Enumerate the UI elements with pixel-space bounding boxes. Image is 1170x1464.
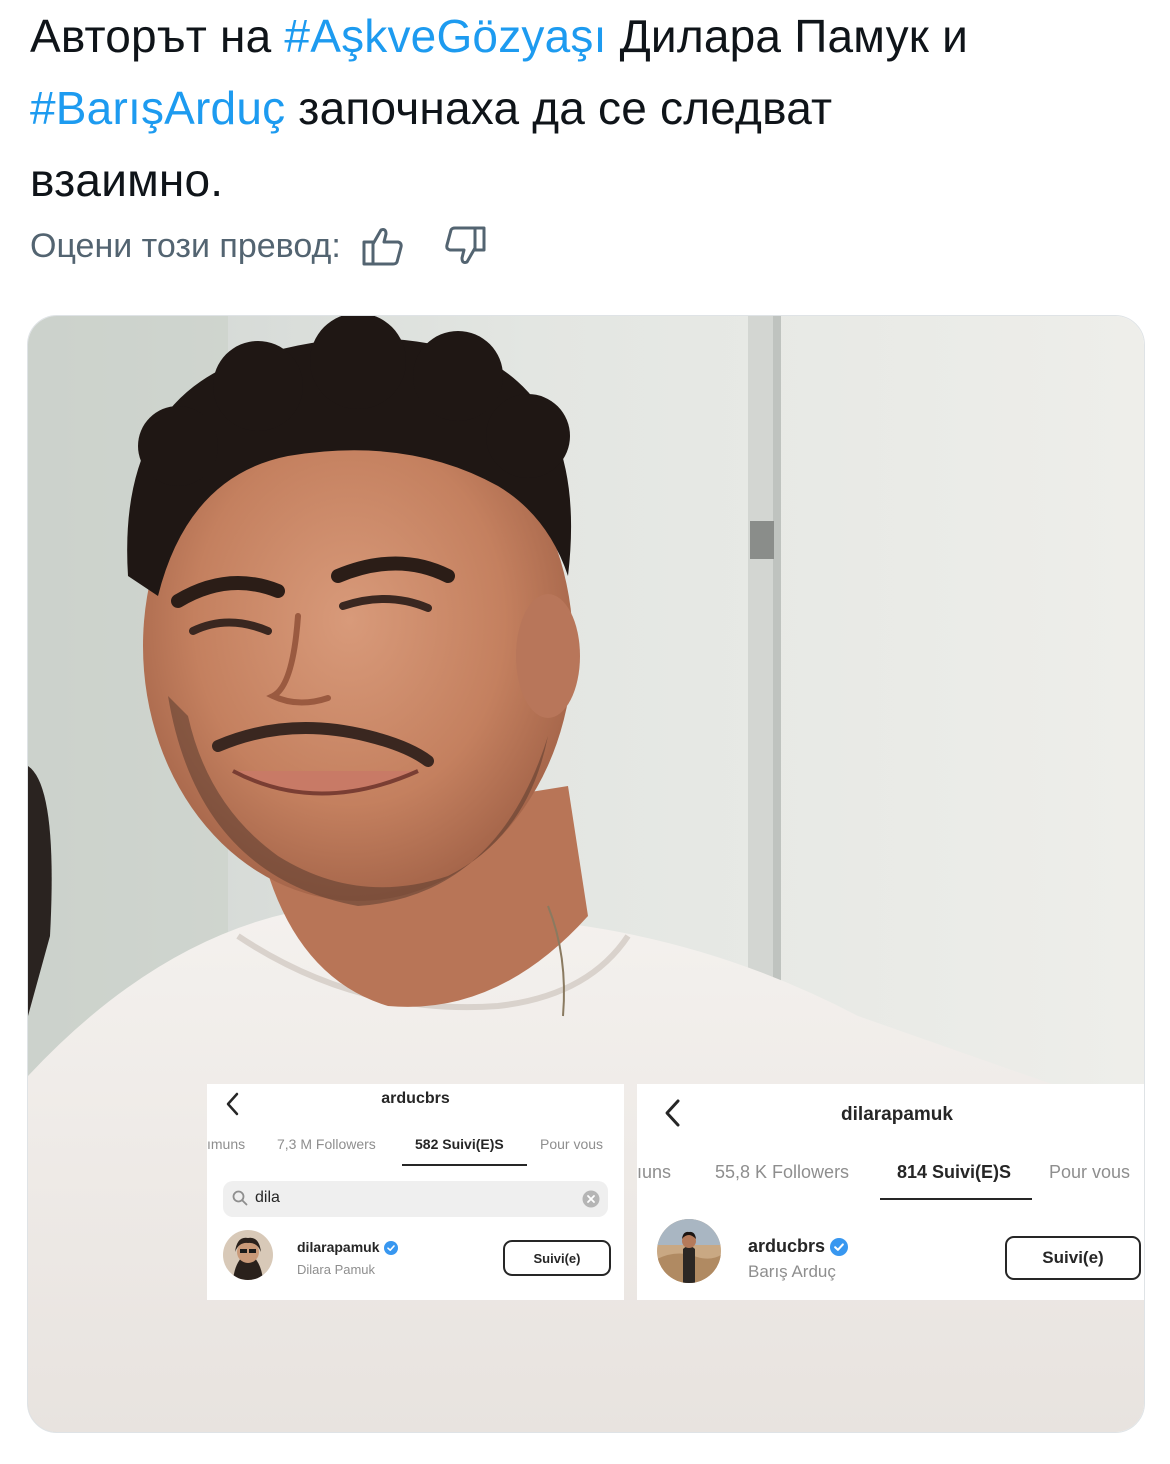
result-username[interactable]: dilarapamuk — [297, 1239, 399, 1256]
search-icon — [232, 1190, 248, 1206]
profile-title: arducbrs — [381, 1090, 450, 1107]
verified-badge-icon — [830, 1238, 849, 1257]
profile-title: dilarapamuk — [841, 1104, 953, 1125]
result-username-text: arducbrs — [748, 1236, 826, 1256]
instagram-screenshot-arducbrs: arducbrs ımuns 7,3 M Followers 582 Suivi… — [207, 1084, 624, 1300]
tweet-text-segment: Дилара Памук и — [606, 10, 968, 62]
hashtag-barisarduc-link[interactable]: #BarışArduç — [30, 82, 285, 134]
result-username[interactable]: arducbrs — [748, 1236, 849, 1257]
avatar[interactable] — [223, 1230, 273, 1280]
tab-following[interactable]: 814 Suivi(E)S — [897, 1162, 1011, 1183]
tab-for-you[interactable]: Pour vous — [1049, 1162, 1130, 1183]
tweet-line-1: Авторът на #AşkveGözyaşı Дилара Памук и — [30, 0, 1140, 72]
rate-translation-label: Оцени този превод: — [30, 226, 341, 265]
tweet-line-2: #BarışArduç започнаха да се следват — [30, 72, 1140, 144]
tweet-text-segment: Авторът на — [30, 10, 285, 62]
following-button[interactable]: Suivi(e) — [503, 1240, 611, 1276]
verified-badge-icon — [384, 1241, 399, 1256]
active-tab-indicator — [880, 1198, 1032, 1200]
back-chevron-icon[interactable] — [663, 1098, 681, 1128]
result-full-name: Barış Arduç — [748, 1262, 836, 1281]
result-full-name: Dilara Pamuk — [297, 1262, 376, 1277]
active-tab-indicator — [402, 1164, 527, 1166]
thumbs-up-icon[interactable] — [359, 222, 407, 270]
instagram-screenshot-dilarapamuk: dilarapamuk ıuns 55,8 K Followers 814 Su… — [637, 1084, 1144, 1300]
avatar[interactable] — [657, 1219, 721, 1283]
search-input[interactable]: dila — [223, 1181, 608, 1217]
tweet-text: Авторът на #AşkveGözyaşı Дилара Памук и … — [30, 0, 1140, 216]
tab-mutual[interactable]: ımuns — [207, 1136, 245, 1152]
hashtag-askvegozyasi-link[interactable]: #AşkveGözyaşı — [284, 10, 606, 62]
tab-for-you[interactable]: Pour vous — [540, 1136, 603, 1152]
thumbs-down-icon[interactable] — [441, 222, 489, 270]
tweet-media-image[interactable]: arducbrs ımuns 7,3 M Followers 582 Suivi… — [27, 315, 1145, 1433]
rate-translation-row: Оцени този превод: — [30, 218, 489, 274]
search-query: dila — [255, 1189, 280, 1206]
following-button[interactable]: Suivi(e) — [1005, 1236, 1141, 1280]
tab-followers[interactable]: 7,3 M Followers — [277, 1136, 376, 1152]
clear-search-icon[interactable] — [582, 1190, 600, 1208]
tweet-text-segment: започнаха да се следват — [285, 82, 833, 134]
tab-mutual[interactable]: ıuns — [637, 1162, 671, 1183]
tab-following[interactable]: 582 Suivi(E)S — [415, 1136, 504, 1152]
tweet-line-3: взаимно. — [30, 154, 224, 206]
result-username-text: dilarapamuk — [297, 1239, 380, 1255]
tab-followers[interactable]: 55,8 K Followers — [715, 1162, 849, 1183]
